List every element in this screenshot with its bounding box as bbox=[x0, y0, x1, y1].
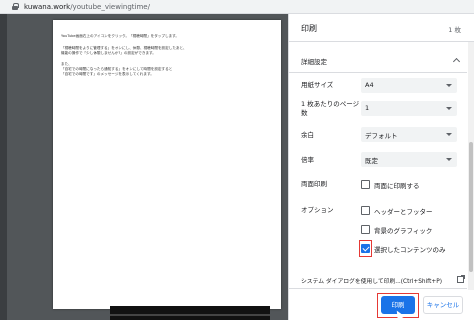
selection-only-option[interactable]: 選択したコンテンツのみ bbox=[361, 243, 461, 255]
two-sided-option[interactable]: 両面に印刷する bbox=[361, 179, 461, 191]
two-sided-label: 両面印刷 bbox=[301, 180, 327, 188]
print-preview: YouTube画面右上のアイコンをクリック。「視聴時間」をタップします。 「視聴… bbox=[0, 14, 288, 320]
panel-scrollbar[interactable] bbox=[468, 42, 474, 290]
dialog-title: 印刷 bbox=[301, 24, 317, 33]
background-graphics-label: 背景のグラフィック bbox=[374, 227, 433, 235]
preview-page: YouTube画面右上のアイコンをクリック。「視聴時間」をタップします。 「視聴… bbox=[53, 20, 281, 309]
background-graphics-option[interactable]: 背景のグラフィック bbox=[361, 224, 461, 236]
options-label: オプション bbox=[301, 206, 334, 214]
dropdown-arrow-icon bbox=[446, 84, 452, 87]
margins-label: 余白 bbox=[301, 131, 314, 139]
dropdown-arrow-icon bbox=[446, 158, 452, 161]
url-text[interactable]: kuwana.work/youtube_viewingtime/ bbox=[24, 2, 150, 12]
system-dialog-link[interactable]: システム ダイアログを使用して印刷...(Ctrl+Shift+P) bbox=[301, 276, 442, 285]
two-sided-checkbox[interactable] bbox=[361, 180, 370, 189]
background-video-strip bbox=[110, 306, 270, 320]
divider bbox=[289, 288, 467, 289]
pages-per-sheet-select[interactable]: 1 bbox=[361, 101, 457, 116]
header-footer-label: ヘッダーとフッター bbox=[374, 208, 433, 216]
preview-line: 機能の操作で「少し休憩しませんか?」の設定ができます。 bbox=[61, 51, 156, 55]
header-footer-option[interactable]: ヘッダーとフッター bbox=[361, 205, 461, 217]
background-graphics-checkbox[interactable] bbox=[361, 225, 370, 234]
dropdown-arrow-icon bbox=[446, 133, 452, 136]
video-progress-bar bbox=[110, 314, 270, 316]
lock-icon[interactable] bbox=[12, 3, 19, 10]
preview-line: YouTube画面右上のアイコンをクリック。「視聴時間」をタップします。 bbox=[61, 34, 180, 38]
paper-size-select[interactable]: A4 bbox=[361, 78, 457, 93]
scale-value: 既定 bbox=[365, 157, 378, 165]
selection-highlight-box bbox=[359, 240, 372, 257]
divider bbox=[289, 72, 467, 73]
pages-per-sheet-label: 1 枚あたりのページ bbox=[301, 100, 360, 108]
preview-line: また、 bbox=[61, 62, 72, 66]
cancel-button[interactable]: キャンセル bbox=[423, 296, 463, 314]
open-external-icon[interactable] bbox=[457, 275, 465, 283]
paper-size-value: A4 bbox=[365, 81, 374, 89]
sheet-count: 1 枚 bbox=[448, 26, 461, 34]
preview-line: 「視聴時間をよりに管理する」をオンにし、休憩、視聴時間を設定したあと、 bbox=[61, 46, 187, 50]
print-settings-panel: 印刷 1 枚 詳細設定 用紙サイズ A4 1 枚あたりのページ 数 1 余白 デ… bbox=[288, 14, 474, 320]
header-footer-checkbox[interactable] bbox=[361, 206, 370, 215]
advanced-settings-toggle[interactable]: 詳細設定 bbox=[289, 52, 467, 70]
url-path: /youtube_viewingtime/ bbox=[70, 3, 150, 11]
scale-select[interactable]: 既定 bbox=[361, 152, 457, 167]
margins-value: デフォルト bbox=[365, 132, 398, 140]
two-sided-option-label: 両面に印刷する bbox=[374, 182, 420, 190]
pages-per-sheet-label-cont: 数 bbox=[301, 109, 308, 117]
preview-side-strip bbox=[0, 14, 7, 320]
address-bar[interactable]: kuwana.work/youtube_viewingtime/ bbox=[0, 0, 474, 14]
url-host: kuwana.work bbox=[24, 3, 71, 11]
margins-select[interactable]: デフォルト bbox=[361, 127, 457, 142]
dropdown-arrow-icon bbox=[446, 107, 452, 110]
panel-header: 印刷 1 枚 bbox=[289, 14, 474, 42]
paper-size-label: 用紙サイズ bbox=[301, 81, 334, 89]
pages-per-sheet-value: 1 bbox=[365, 104, 370, 112]
selection-only-label: 選択したコンテンツのみ bbox=[374, 246, 446, 254]
preview-line: 「自宅での時間です」のメッセージを表示してくれます。 bbox=[61, 72, 154, 76]
preview-line: 「自宅での時間になったら通知する」をオンにして時間を設定すると bbox=[61, 67, 173, 71]
scrollbar-thumb[interactable] bbox=[469, 142, 473, 272]
advanced-settings-label: 詳細設定 bbox=[301, 58, 327, 66]
chevron-up-icon bbox=[453, 57, 459, 63]
scale-label: 倍率 bbox=[301, 156, 314, 164]
